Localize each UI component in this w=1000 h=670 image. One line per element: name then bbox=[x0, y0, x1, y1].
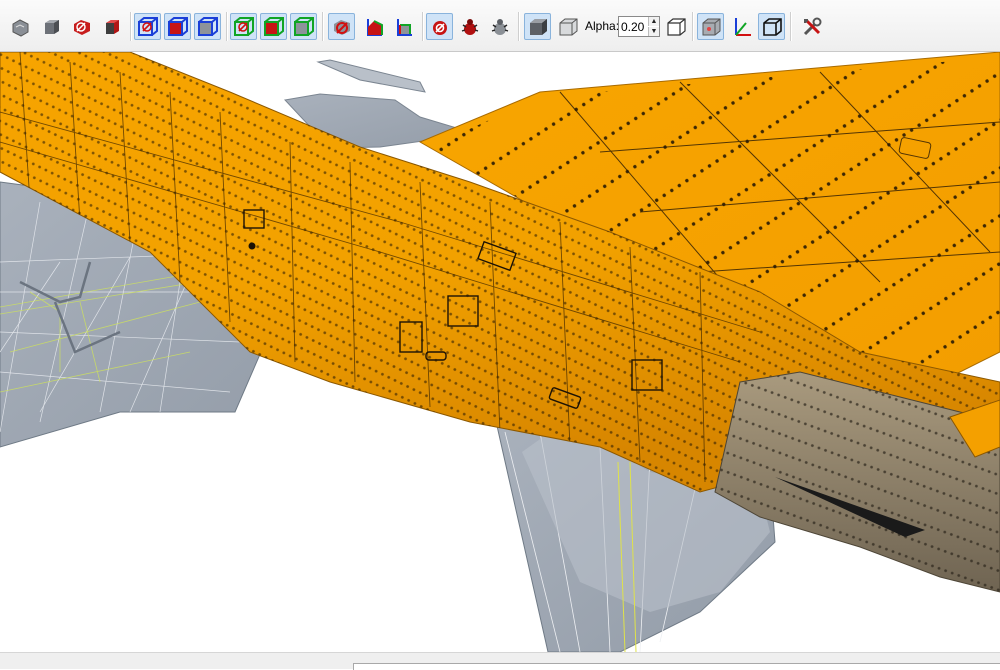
highlight-target-icon[interactable] bbox=[426, 13, 453, 40]
antenna-fairing bbox=[316, 59, 426, 93]
wireframe-green-solid-icon[interactable] bbox=[260, 13, 287, 40]
wireframe-blue-box-icon[interactable] bbox=[194, 13, 221, 40]
wireframe-green-points-icon[interactable] bbox=[230, 13, 257, 40]
application-window: Alpha: ▲ ▼ bbox=[0, 0, 1000, 670]
alpha-label: Alpha: bbox=[585, 19, 620, 33]
wireframe-blue-points-icon[interactable] bbox=[134, 13, 161, 40]
spin-up-button[interactable]: ▲ bbox=[648, 17, 659, 26]
transparent-shading-icon[interactable] bbox=[554, 13, 581, 40]
toolbar-separator bbox=[518, 12, 520, 41]
toolbar-separator bbox=[322, 12, 324, 41]
select-faces-color-icon[interactable] bbox=[360, 13, 387, 40]
axes-icon[interactable] bbox=[728, 13, 755, 40]
alpha-spinbox[interactable]: ▲ ▼ bbox=[618, 16, 660, 37]
bug-gray-icon[interactable] bbox=[486, 13, 513, 40]
3d-viewport[interactable] bbox=[0, 52, 1000, 652]
aircraft-model-render bbox=[0, 52, 1000, 652]
toolbar-separator bbox=[692, 12, 694, 41]
select-faces-outline-icon[interactable] bbox=[390, 13, 417, 40]
toolbar-separator bbox=[790, 12, 792, 41]
view-red-cube-icon[interactable] bbox=[98, 13, 125, 40]
wireframe-blue-solid-icon[interactable] bbox=[164, 13, 191, 40]
wireframe-green-box-icon[interactable] bbox=[290, 13, 317, 40]
fuselage-port bbox=[248, 242, 256, 250]
solid-shading-icon[interactable] bbox=[524, 13, 551, 40]
status-bar bbox=[0, 652, 1000, 670]
tools-settings-icon[interactable] bbox=[798, 13, 825, 40]
view-solid-gray-icon[interactable] bbox=[6, 13, 33, 40]
view-red-points-icon[interactable] bbox=[68, 13, 95, 40]
alpha-input[interactable] bbox=[620, 18, 649, 35]
bug-red-icon[interactable] bbox=[456, 13, 483, 40]
gray-cube-view-icon[interactable] bbox=[697, 13, 724, 40]
toolbar: Alpha: ▲ ▼ bbox=[0, 0, 1000, 52]
transparent-box-icon[interactable] bbox=[662, 13, 689, 40]
spin-down-button[interactable]: ▼ bbox=[648, 27, 659, 36]
wire-cube-icon[interactable] bbox=[758, 13, 785, 40]
view-shaded-cube-icon[interactable] bbox=[38, 13, 65, 40]
toolbar-separator bbox=[422, 12, 424, 41]
toolbar-separator bbox=[226, 12, 228, 41]
select-points-icon[interactable] bbox=[328, 13, 355, 40]
toolbar-separator bbox=[130, 12, 132, 41]
